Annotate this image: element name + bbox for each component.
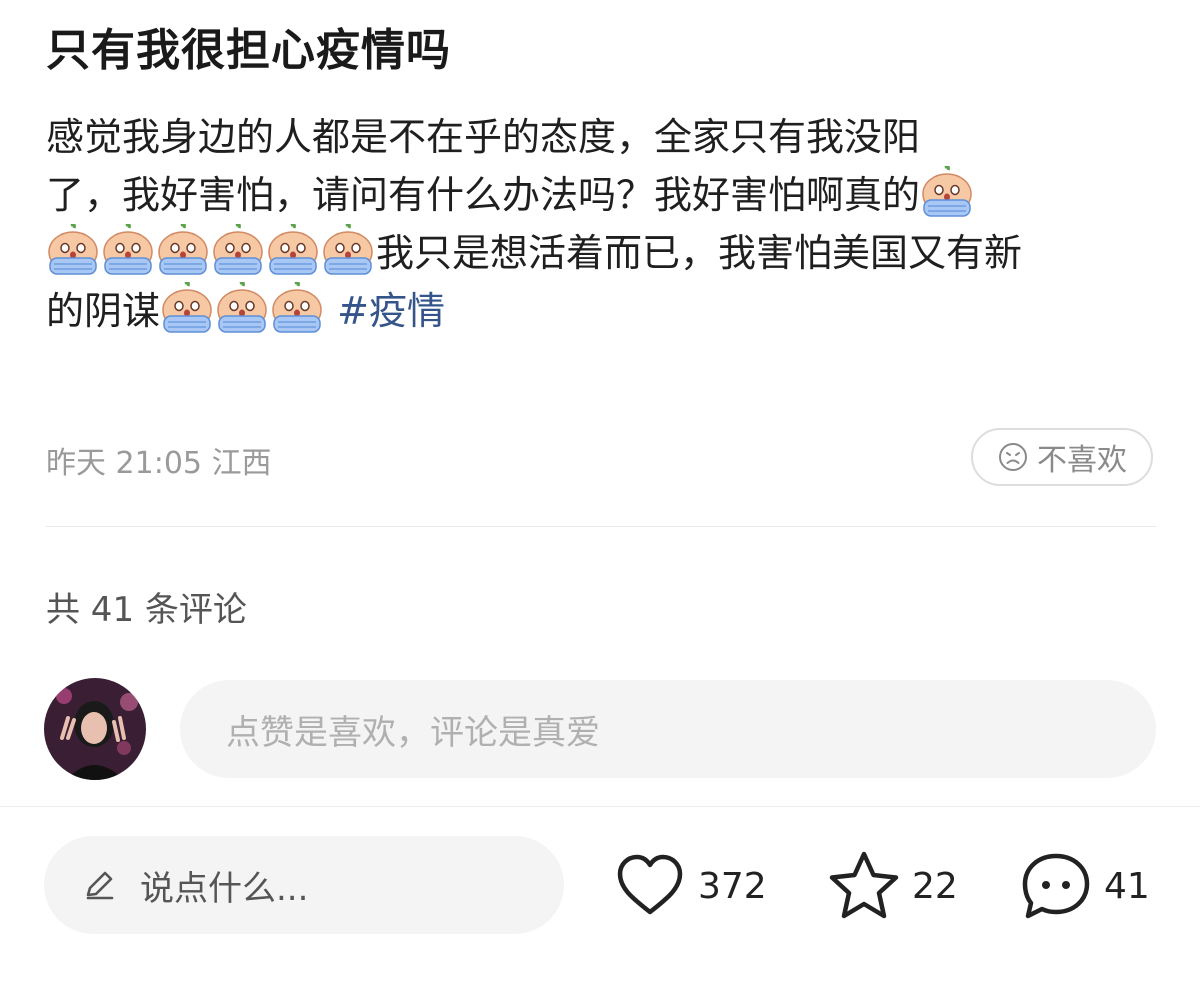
post-text-line-3-text: 我只是想活着而已，我害怕美国又有新 bbox=[376, 231, 1023, 275]
crying-peach-icon bbox=[266, 224, 320, 276]
crying-peach-icon bbox=[211, 224, 265, 276]
post-title: 只有我很担心疫情吗 bbox=[46, 25, 451, 76]
post-text-line-2-text: 了，我好害怕，请问有什么办法吗？我好害怕啊真的 bbox=[46, 173, 921, 217]
comment-input[interactable]: 点赞是喜欢，评论是真爱 bbox=[180, 680, 1156, 778]
post-meta: 昨天 21:05 江西 bbox=[46, 438, 272, 482]
comment-count: 共 41 条评论 bbox=[46, 590, 247, 630]
crying-peach-icon bbox=[156, 224, 210, 276]
pencil-icon bbox=[86, 871, 114, 900]
crying-peach-icon bbox=[46, 224, 100, 276]
post-time: 21:05 bbox=[115, 446, 203, 481]
post-text-line-3: 我只是想活着而已，我害怕美国又有新 bbox=[46, 224, 1156, 282]
post-body: 感觉我身边的人都是不在乎的态度，全家只有我没阳 了，我好害怕，请问有什么办法吗？… bbox=[46, 108, 1156, 340]
favorite-count: 22 bbox=[912, 865, 958, 907]
post-text-line-2: 了，我好害怕，请问有什么办法吗？我好害怕啊真的 bbox=[46, 166, 1156, 224]
post-location: 江西 bbox=[211, 446, 272, 481]
avatar[interactable] bbox=[44, 678, 146, 780]
crying-peach-icon bbox=[920, 166, 974, 218]
divider bbox=[0, 806, 1200, 807]
comment-input-placeholder: 点赞是喜欢，评论是真爱 bbox=[226, 712, 600, 753]
crying-peach-icon bbox=[101, 224, 155, 276]
comment-button[interactable]: 41 bbox=[1018, 848, 1150, 924]
crying-peach-icon bbox=[215, 282, 269, 334]
say-something-input[interactable]: 说点什么... bbox=[44, 836, 564, 934]
post-text-line-4-text: 的阴谋 bbox=[46, 289, 161, 333]
crying-peach-icon bbox=[270, 282, 324, 334]
post-text-line-4: 的阴谋 #疫情 bbox=[46, 282, 1156, 340]
speech-bubble-icon bbox=[1022, 853, 1090, 919]
like-count: 372 bbox=[698, 865, 767, 907]
divider bbox=[46, 526, 1156, 527]
crying-peach-icon bbox=[160, 282, 214, 334]
say-something-placeholder: 说点什么... bbox=[140, 868, 309, 909]
hashtag-link[interactable]: #疫情 bbox=[337, 289, 445, 333]
star-icon bbox=[829, 851, 899, 919]
like-button[interactable]: 372 bbox=[612, 848, 767, 924]
crying-peach-icon bbox=[321, 224, 375, 276]
comment-button-count: 41 bbox=[1104, 865, 1150, 907]
post-date: 昨天 bbox=[46, 446, 106, 481]
favorite-button[interactable]: 22 bbox=[826, 848, 958, 924]
dislike-button[interactable]: 不喜欢 bbox=[971, 428, 1153, 486]
post-text-line-1: 感觉我身边的人都是不在乎的态度，全家只有我没阳 bbox=[46, 115, 921, 159]
dislike-label: 不喜欢 bbox=[1037, 443, 1127, 478]
frown-face-icon bbox=[999, 443, 1027, 471]
heart-icon bbox=[617, 854, 683, 915]
